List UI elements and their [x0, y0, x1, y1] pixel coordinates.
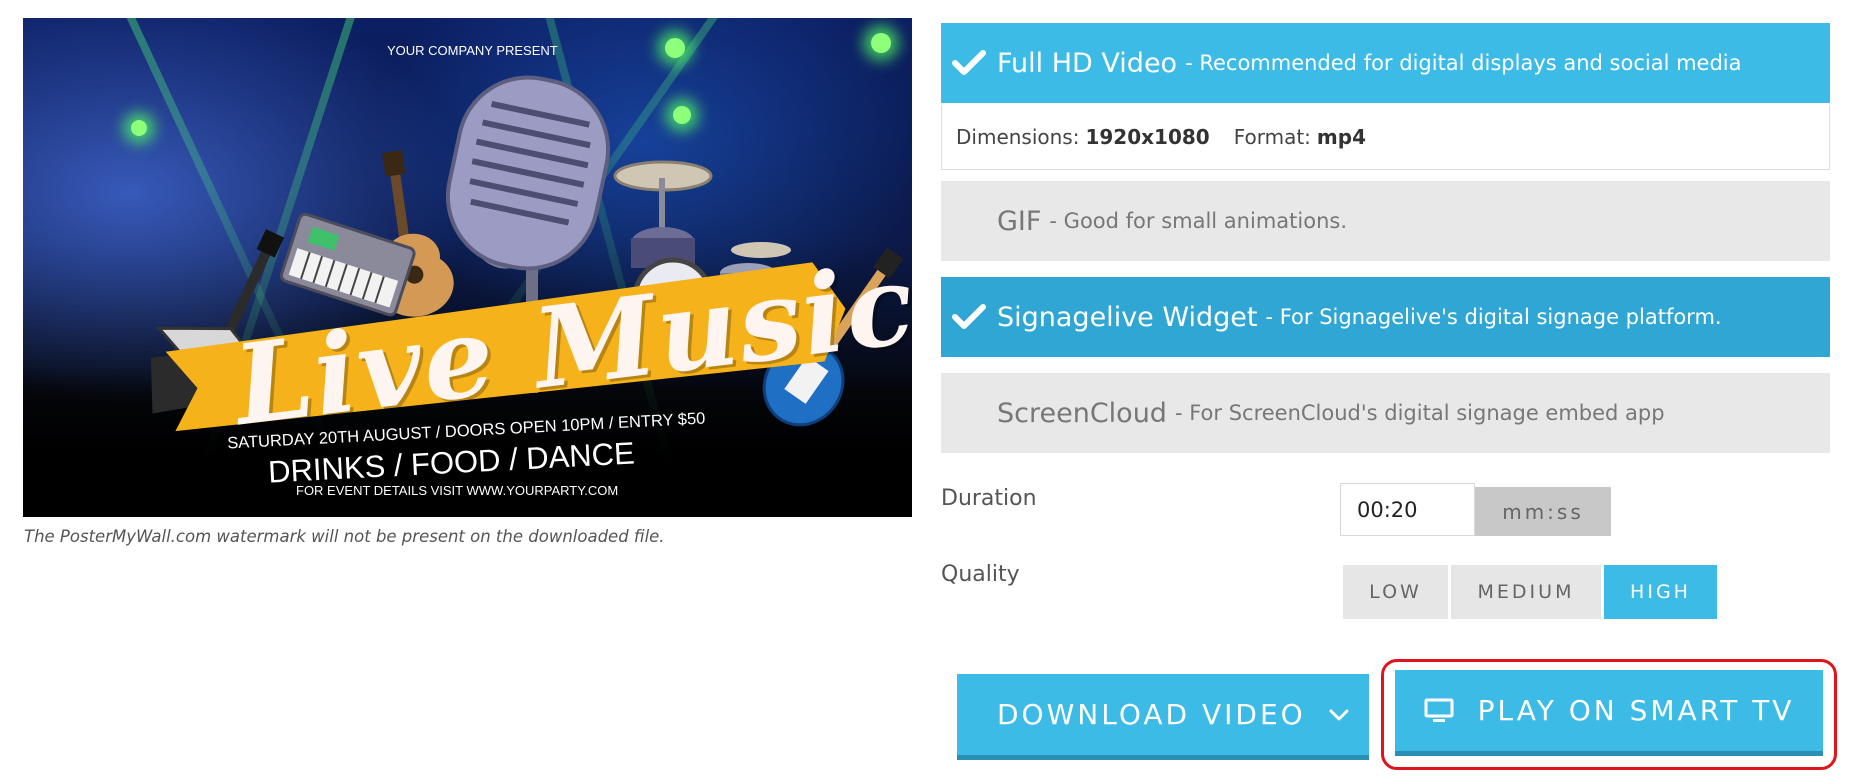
poster-top-line: YOUR COMPANY PRESENT [387, 43, 558, 58]
quality-selector: LOW MEDIUM HIGH [1343, 565, 1720, 619]
video-specs: Dimensions: 1920x1080 Format: mp4 [941, 105, 1830, 170]
checkmark-icon [941, 303, 997, 331]
format-option-gif[interactable]: GIF - Good for small animations. [941, 181, 1830, 261]
dimensions-value: 1920x1080 [1085, 125, 1210, 149]
format-name: ScreenCloud [997, 397, 1167, 429]
format-desc: - For Signagelive's digital signage plat… [1265, 305, 1722, 329]
chevron-down-icon[interactable] [1309, 709, 1369, 721]
watermark-note: The PosterMyWall.com watermark will not … [24, 527, 665, 546]
download-video-label: DOWNLOAD VIDEO [997, 698, 1306, 731]
format-value: mp4 [1316, 125, 1366, 149]
poster-details-line: FOR EVENT DETAILS VISIT WWW.YOURPARTY.CO… [296, 483, 619, 498]
format-option-screencloud[interactable]: ScreenCloud - For ScreenCloud's digital … [941, 373, 1830, 453]
quality-high-button[interactable]: HIGH [1604, 565, 1717, 619]
monitor-icon [1424, 698, 1454, 724]
format-option-signagelive-widget[interactable]: Signagelive Widget - For Signagelive's d… [941, 277, 1830, 357]
duration-input[interactable]: 00:20 [1340, 483, 1475, 536]
play-on-smart-tv-label: PLAY ON SMART TV [1477, 694, 1795, 727]
duration-label: Duration [941, 486, 1037, 511]
format-desc: - Good for small animations. [1049, 209, 1347, 233]
format-label: Format: [1233, 125, 1311, 149]
quality-low-button[interactable]: LOW [1343, 565, 1448, 619]
duration-unit: mm:ss [1475, 487, 1611, 536]
format-desc: - Recommended for digital displays and s… [1185, 51, 1742, 75]
format-option-full-hd-video[interactable]: Full HD Video - Recommended for digital … [941, 23, 1830, 103]
poster-preview: Live Music YOUR COMPANY PRESENT SATURDAY… [23, 18, 912, 517]
checkmark-icon [941, 49, 997, 77]
format-name: Signagelive Widget [997, 301, 1258, 333]
format-name: Full HD Video [997, 47, 1178, 79]
dimensions-label: Dimensions: [956, 125, 1080, 149]
quality-label: Quality [941, 562, 1020, 587]
play-on-smart-tv-button[interactable]: PLAY ON SMART TV [1395, 670, 1823, 756]
format-desc: - For ScreenCloud's digital signage embe… [1174, 401, 1665, 425]
format-name: GIF [997, 205, 1042, 237]
quality-medium-button[interactable]: MEDIUM [1451, 565, 1601, 619]
download-video-button[interactable]: DOWNLOAD VIDEO [957, 674, 1369, 760]
